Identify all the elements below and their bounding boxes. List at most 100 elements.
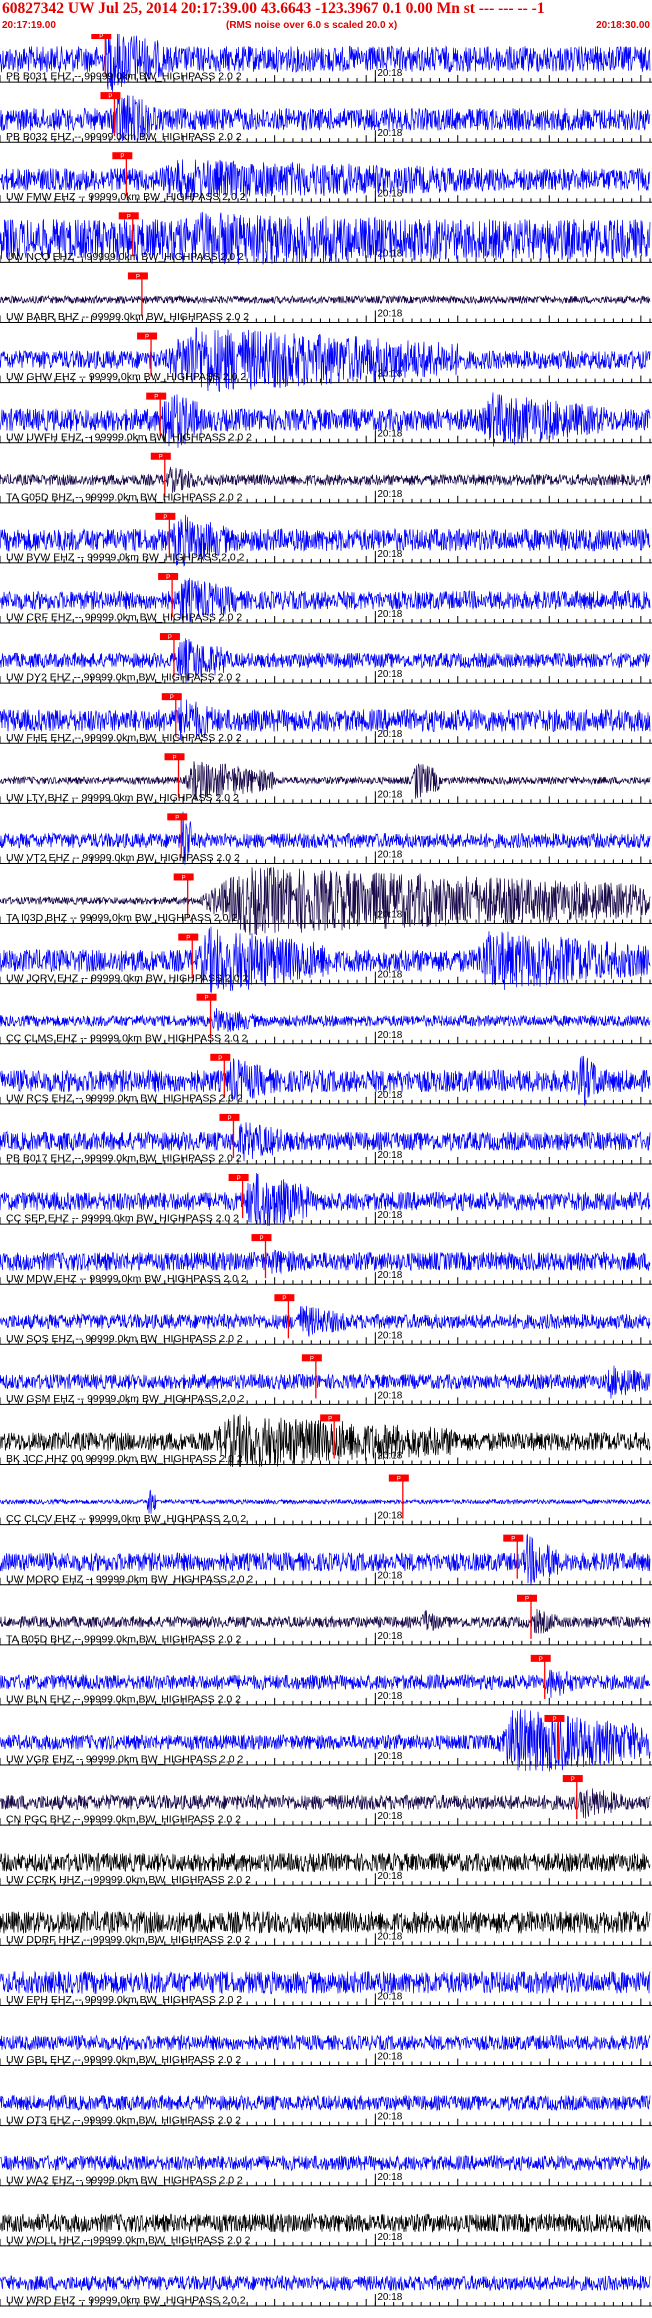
- minute-label: 20:18: [377, 128, 402, 139]
- minute-label: 20:18: [377, 1631, 402, 1642]
- channel-row: 20:18 P UW MORO EHZ -- 99999.0km BW_HIGHPA…: [0, 1533, 652, 1585]
- pick-label: P: [136, 274, 140, 280]
- pick-label: P: [173, 755, 177, 761]
- channel-label: TA B05D BHZ -- 99999.0km BW_HIGHPASS 2.0…: [6, 1633, 242, 1645]
- pick-label: P: [525, 1597, 529, 1603]
- waveform-trace: [0, 466, 651, 493]
- channel-label: UW GBL EHZ -- 99999.0km BW_HIGHPASS 2.0 …: [6, 2054, 241, 2066]
- record-header: 60827342 UW Jul 25, 2014 20:17:39.00 43.…: [0, 0, 652, 34]
- minute-label: 20:18: [377, 970, 402, 981]
- channel-row: 20:18 P UW VT2 EHZ -- 99999.0km BW_HIGHPAS…: [0, 811, 652, 865]
- minute-label: 20:18: [377, 910, 402, 921]
- minute-label: 20:18: [377, 1811, 402, 1822]
- channel-row: 20:18 P UW DY2 EHZ -- 99999.0km BW_HIGHPAS…: [0, 633, 652, 684]
- channel-label: UW WRD EHZ -- 99999.0km BW_HIGHPASS 2.0 …: [6, 2295, 246, 2307]
- minute-label: 20:18: [377, 789, 402, 800]
- channel-label: UW GSM EHZ -- 99999.0km BW_HIGHPASS 2.0 …: [6, 1393, 245, 1405]
- waveform-trace: [0, 2274, 651, 2292]
- channel-row: 20:18 P PB B031 EHZ -- 99999.0km BW_HIGHPA…: [0, 34, 652, 93]
- channel-row: 20:18 P TA G05D BHZ -- 99999.0km BW_HIGHPA…: [0, 452, 652, 503]
- channel-row: 20:18 UW WA2 EHZ -- 99999.0km BW_HIGHPASS…: [0, 2154, 652, 2186]
- minute-label: 20:18: [377, 729, 402, 740]
- minute-label: 20:18: [377, 1390, 402, 1401]
- channel-label: UW GHW EHZ -- 99999.0km BW_HIGHPASS 2.0 …: [6, 371, 246, 383]
- channel-label: CC CLMS EHZ -- 99999.0km BW_HIGHPASS 2.0…: [6, 1032, 248, 1044]
- channel-label: TA G05D BHZ -- 99999.0km BW_HIGHPASS 2.0…: [6, 491, 243, 503]
- pick-label: P: [397, 1477, 401, 1483]
- channel-label: UW EPH EHZ -- 99999.0km BW_HIGHPASS 2.0 …: [6, 1994, 242, 2006]
- pick-label: P: [108, 94, 112, 100]
- minute-label: 20:18: [377, 1571, 402, 1582]
- channel-label: CC SEP EHZ -- 99999.0km BW_HIGHPASS 2.0 …: [6, 1213, 239, 1225]
- channel-row: 20:18 P CC CLMS EHZ -- 99999.0km BW_HIGHPA…: [0, 993, 652, 1044]
- channel-row: 20:18 UW OT3 EHZ -- 99999.0km BW_HIGHPASS…: [0, 2094, 652, 2126]
- channel-row: 20:18 P CC SEP EHZ -- 99999.0km BW_HIGHPAS…: [0, 1172, 652, 1226]
- channel-row: 20:18PUW UWFH EHZ -- 99999.0km BW_HIGHPA…: [0, 392, 652, 448]
- channel-row: 20:18 P CC CLCV EHZ -- 99999.0km BW_HIGHPA…: [0, 1474, 652, 1525]
- waveform-trace: [0, 1608, 651, 1634]
- pick-label: P: [310, 1356, 314, 1362]
- channel-row: 20:18 P UW LTY BHZ -- 99999.0km BW_HIGHPAS…: [0, 753, 652, 804]
- channel-label: UW RCS EHZ -- 99999.0km BW_HIGHPASS 2.0 …: [6, 1092, 243, 1104]
- event-title: 60827342 UW Jul 25, 2014 20:17:39.00 43.…: [2, 0, 545, 17]
- pick-label: P: [154, 395, 158, 401]
- pick-label: P: [120, 154, 124, 160]
- minute-label: 20:18: [377, 2292, 402, 2303]
- pick-label: P: [168, 635, 172, 641]
- channel-label: UW FHE EHZ -- 99999.0km BW_HIGHPASS 2.0 …: [6, 732, 242, 744]
- channel-label: UW CCRK HHZ -- 99999.0km BW_HIGHPASS 2.0…: [6, 1874, 251, 1886]
- channel-label: UW WOLL HHZ -- 99999.0km BW_HIGHPASS 2.0…: [6, 2234, 251, 2246]
- minute-label: 20:18: [377, 2052, 402, 2063]
- channel-label: UW MDW EHZ -- 99999.0km BW_HIGHPASS 2.0 …: [6, 1273, 247, 1285]
- waveform-trace: [0, 1249, 651, 1274]
- end-time-label: 20:18:30.00: [596, 20, 650, 31]
- pick-label: P: [159, 455, 163, 461]
- channel-row: 20:18 UW CCRK HHZ -- 99999.0km BW_HIGHPAS…: [0, 1852, 652, 1886]
- channel-label: UW OT3 EHZ -- 99999.0km BW_HIGHPASS 2.0 …: [6, 2114, 241, 2126]
- channel-label: UW UWFH EHZ -- 99999.0km BW_HIGHPASS 2.0…: [6, 431, 252, 443]
- channel-row: 20:18 P PB B017 EHZ -- 99999.0km BW_HIGHPA…: [0, 1113, 652, 1165]
- minute-label: 20:18: [377, 309, 402, 320]
- minute-label: 20:18: [377, 849, 402, 860]
- minute-label: 20:18: [377, 609, 402, 620]
- channel-label: UW VT2 EHZ -- 99999.0km BW_HIGHPASS 2.0 …: [6, 852, 240, 864]
- minute-label: 20:18: [377, 669, 402, 680]
- pick-label: P: [166, 575, 170, 581]
- channel-row: 20:18PUW NCO EHZ -- 99999.0km BW_HIGHPAS…: [0, 211, 652, 265]
- channel-row: 20:18 P UW FHE EHZ -- 99999.0km BW_HIGHPAS…: [0, 693, 652, 744]
- channel-label: CN PGC BHZ -- 99999.0km BW_HIGHPASS 2.0 …: [6, 1814, 241, 1826]
- channel-row: 20:18 UW GBL EHZ -- 99999.0km BW_HIGHPASS…: [0, 2033, 652, 2066]
- channel-row: 20:18PUW RCS EHZ -- 99999.0km BW_HIGHPAS…: [0, 1053, 652, 1106]
- pick-label: P: [328, 1416, 332, 1422]
- pick-label: P: [182, 875, 186, 881]
- channel-label: UW SOS EHZ -- 99999.0km BW_HIGHPASS 2.0 …: [6, 1333, 243, 1345]
- minute-label: 20:18: [377, 1030, 402, 1041]
- channel-label: UW LTY BHZ -- 99999.0km BW_HIGHPASS 2.0 …: [6, 792, 239, 804]
- minute-label: 20:18: [377, 2112, 402, 2123]
- channel-label: UW MORO EHZ -- 99999.0km BW_HIGHPASS 2.0…: [6, 1573, 253, 1585]
- channel-label: UW VGR EHZ -- 99999.0km BW_HIGHPASS 2.0 …: [6, 1754, 243, 1766]
- waveform-trace: [0, 1852, 651, 1873]
- rms-note: (RMS noise over 6.0 s scaled 20.0 x): [226, 20, 398, 31]
- channel-row: 20:18 P UW JORV EHZ -- 99999.0km BW_HIGHPA…: [0, 926, 652, 993]
- pick-label: P: [145, 335, 149, 341]
- channel-row: 20:18 P UW BABR BHZ -- 99999.0km BW_HIGHPA…: [0, 272, 652, 323]
- waveform-trace: [0, 1970, 651, 1995]
- waveform-trace: [0, 2094, 651, 2112]
- pick-label: P: [163, 515, 167, 521]
- minute-label: 20:18: [377, 68, 402, 79]
- pick-label: P: [218, 1056, 222, 1062]
- channel-row: 20:18PUW FMW EHZ -- 99999.0km BW_HIGHPAS…: [0, 152, 652, 203]
- pick-label: P: [175, 815, 179, 821]
- pick-label: P: [571, 1777, 575, 1783]
- channel-label: UW FMW EHZ -- 99999.0km BW_HIGHPASS 2.0 …: [6, 191, 246, 203]
- channel-row: 20:18 P UW MDW EHZ -- 99999.0km BW_HIGHPAS…: [0, 1234, 652, 1285]
- channel-row: 20:18 P UW BLN EHZ -- 99999.0km BW_HIGHPAS…: [0, 1654, 652, 1706]
- minute-label: 20:18: [377, 1751, 402, 1762]
- channel-label: UW WA2 EHZ -- 99999.0km BW_HIGHPASS 2.0 …: [6, 2174, 243, 2186]
- minute-label: 20:18: [377, 549, 402, 560]
- channel-label: BK JCC HHZ 00 99999.0km BW_HIGHPASS 2.0 …: [6, 1453, 243, 1465]
- channel-label: CC CLCV EHZ -- 99999.0km BW_HIGHPASS 2.0…: [6, 1513, 246, 1525]
- channel-row: 20:18 P PB B032 EHZ -- 99999.0km BW_HIGHPA…: [0, 92, 652, 143]
- channel-row: 20:18 P UW SOS EHZ -- 99999.0km BW_HIGHPAS…: [0, 1294, 652, 1345]
